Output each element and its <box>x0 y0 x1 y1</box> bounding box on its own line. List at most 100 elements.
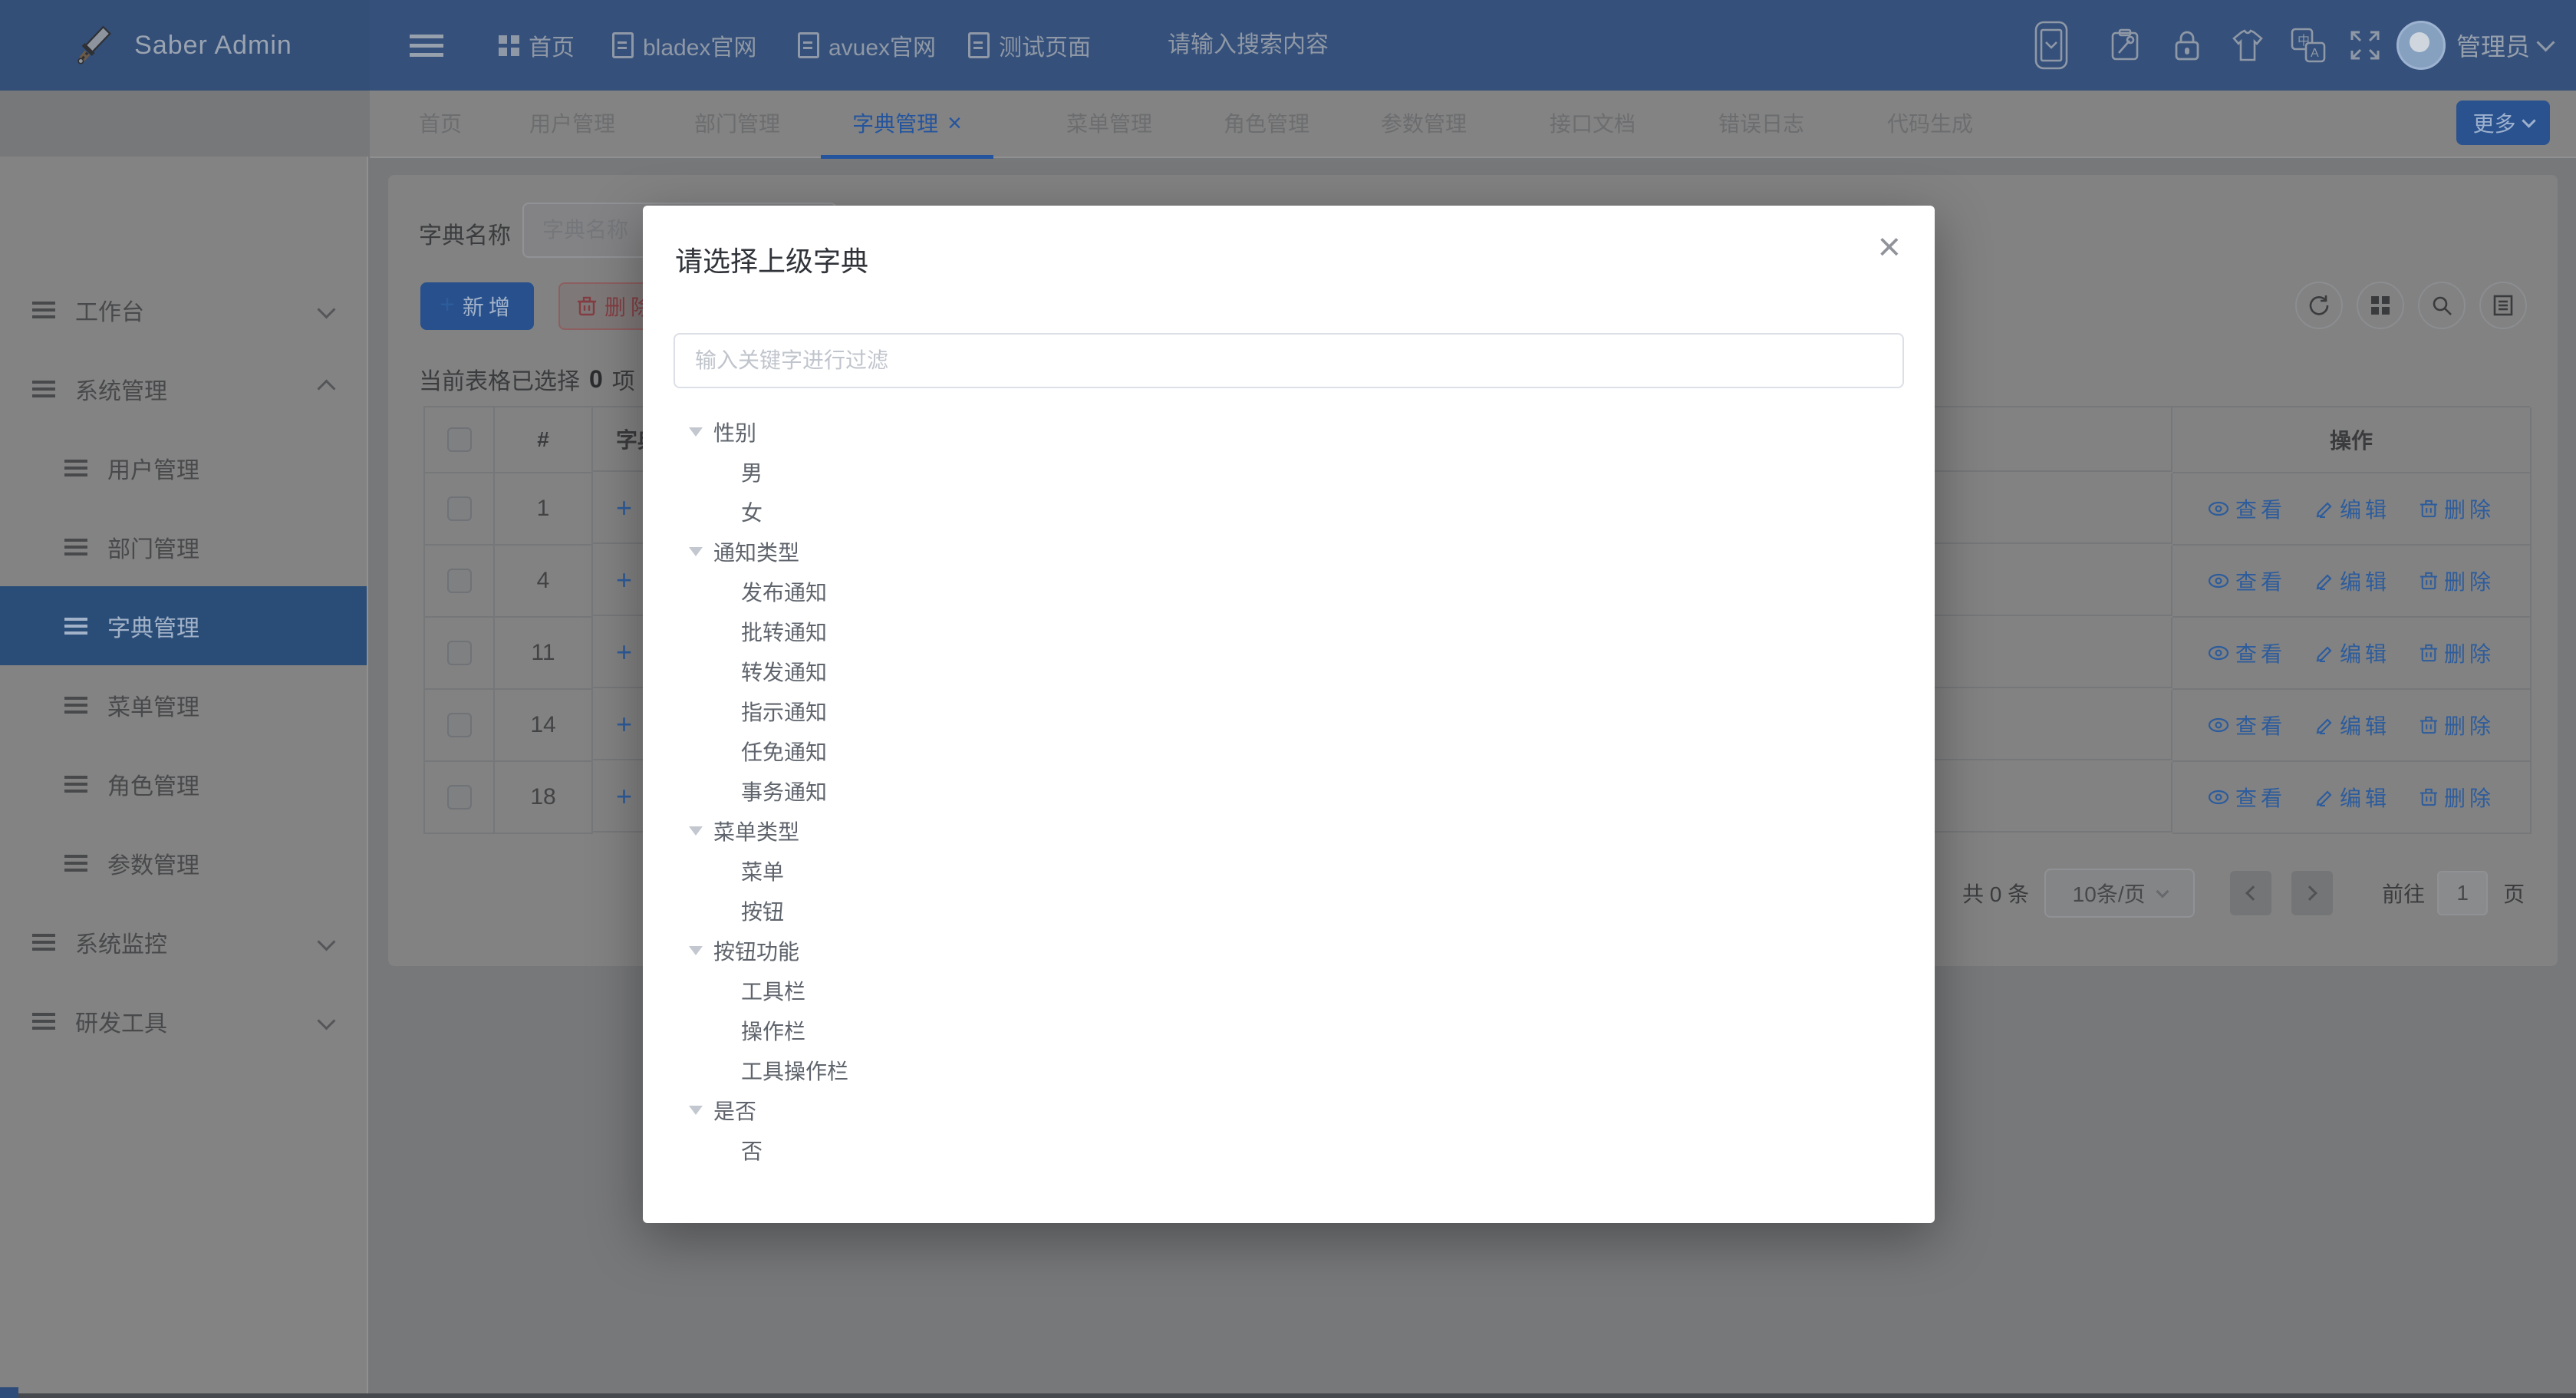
caret-down-icon[interactable] <box>689 427 703 437</box>
caret-down-icon[interactable] <box>689 1106 703 1115</box>
theme-shirt-icon[interactable] <box>2231 29 2265 61</box>
modal-close-icon[interactable]: × <box>1878 227 1901 267</box>
add-button[interactable]: + 新增 <box>420 282 534 330</box>
tree-node[interactable]: 工具操作栏 <box>674 1050 1904 1090</box>
log-list-icon[interactable] <box>2479 282 2527 329</box>
tree-node[interactable]: 事务通知 <box>674 771 1904 811</box>
tab-dept-mgmt[interactable]: 部门管理 <box>694 91 780 155</box>
view-link[interactable]: 查看 <box>2208 565 2286 596</box>
tree-node[interactable]: 女 <box>674 492 1904 532</box>
view-link[interactable]: 查看 <box>2208 493 2286 524</box>
edit-link[interactable]: 编辑 <box>2315 782 2390 813</box>
row-checkbox[interactable] <box>447 713 472 737</box>
tree-node[interactable]: 发布通知 <box>674 572 1904 612</box>
panel-toggle-icon[interactable] <box>2034 21 2068 70</box>
delete-link[interactable]: 删除 <box>2420 710 2495 740</box>
expand-plus-icon[interactable]: + <box>616 783 632 810</box>
sidebar-item-menu-mgmt[interactable]: 菜单管理 <box>0 665 367 744</box>
header-search[interactable] <box>1166 0 1399 91</box>
edit-link[interactable]: 编辑 <box>2315 493 2390 524</box>
row-checkbox[interactable] <box>447 496 472 521</box>
tree-filter-input[interactable] <box>674 333 1904 388</box>
tree-node-parent[interactable]: 是否 <box>674 1090 1904 1130</box>
tab-error-log[interactable]: 错误日志 <box>1718 91 1804 155</box>
tree-node[interactable]: 男 <box>674 452 1904 492</box>
view-link[interactable]: 查看 <box>2208 782 2286 813</box>
delete-link[interactable]: 删除 <box>2420 565 2495 596</box>
tree-node-parent[interactable]: 通知类型 <box>674 532 1904 572</box>
sidebar-item-user-mgmt[interactable]: 用户管理 <box>0 428 367 507</box>
user-menu[interactable]: 管理员 <box>2456 0 2552 91</box>
sidebar-collapse-button[interactable] <box>410 0 443 91</box>
refresh-icon[interactable] <box>2295 282 2343 329</box>
sidebar-item-role-mgmt[interactable]: 角色管理 <box>0 744 367 823</box>
delete-link[interactable]: 删除 <box>2420 638 2495 668</box>
user-avatar[interactable] <box>2396 21 2446 70</box>
tree-node-parent[interactable]: 按钮功能 <box>674 931 1904 971</box>
translate-icon[interactable]: 中 A <box>2291 28 2326 63</box>
edit-link[interactable]: 编辑 <box>2315 565 2390 596</box>
lock-icon[interactable] <box>2172 28 2202 62</box>
app-logo[interactable]: Saber Admin <box>0 0 370 91</box>
row-checkbox[interactable] <box>447 569 472 593</box>
caret-down-icon[interactable] <box>689 826 703 836</box>
tab-home[interactable]: 首页 <box>419 91 462 155</box>
tab-user-mgmt[interactable]: 用户管理 <box>529 91 615 155</box>
page-number-input[interactable] <box>2437 871 2488 915</box>
edit-link[interactable]: 编辑 <box>2315 638 2390 668</box>
expand-plus-icon[interactable]: + <box>616 638 632 666</box>
tree-node-parent[interactable]: 菜单类型 <box>674 811 1904 851</box>
sidebar-item-dict-mgmt[interactable]: 字典管理 <box>0 586 367 665</box>
view-link[interactable]: 查看 <box>2208 710 2286 740</box>
column-grid-icon[interactable] <box>2357 282 2404 329</box>
tree-node[interactable]: 指示通知 <box>674 691 1904 731</box>
select-all-checkbox[interactable] <box>447 427 472 452</box>
expand-plus-icon[interactable]: + <box>616 566 632 594</box>
tab-menu-mgmt[interactable]: 菜单管理 <box>1066 91 1152 155</box>
tab-api-docs[interactable]: 接口文档 <box>1550 91 1636 155</box>
sidebar-item-dept-mgmt[interactable]: 部门管理 <box>0 507 367 586</box>
tree-node[interactable]: 菜单 <box>674 851 1904 891</box>
sidebar-item-system-monitor[interactable]: 系统监控 <box>0 902 367 981</box>
tree-node-parent[interactable]: 性别 <box>674 412 1904 452</box>
tab-close-icon[interactable]: × <box>947 110 962 135</box>
caret-down-icon[interactable] <box>689 547 703 556</box>
tab-code-gen[interactable]: 代码生成 <box>1887 91 1973 155</box>
tree-node[interactable]: 否 <box>674 1130 1904 1170</box>
delete-link[interactable]: 删除 <box>2420 493 2495 524</box>
sidebar-item-workbench[interactable]: 工作台 <box>0 270 367 349</box>
next-page-button[interactable] <box>2291 871 2333 915</box>
expand-plus-icon[interactable]: + <box>616 711 632 738</box>
row-checkbox[interactable] <box>447 785 472 809</box>
more-tabs-button[interactable]: 更多 <box>2456 101 2550 145</box>
sidebar-item-label: 参数管理 <box>107 846 199 880</box>
search-icon[interactable] <box>2418 282 2466 329</box>
delete-link[interactable]: 删除 <box>2420 782 2495 813</box>
sidebar-item-dev-tools[interactable]: 研发工具 <box>0 981 367 1060</box>
expand-plus-icon[interactable]: + <box>616 494 632 522</box>
tab-role-mgmt[interactable]: 角色管理 <box>1224 91 1309 155</box>
edit-link[interactable]: 编辑 <box>2315 710 2390 740</box>
caret-down-icon[interactable] <box>689 946 703 955</box>
fullscreen-icon[interactable] <box>2349 29 2381 61</box>
header-nav-bladex[interactable]: bladex官网 <box>612 0 756 91</box>
tree-node[interactable]: 转发通知 <box>674 651 1904 691</box>
tab-dict-mgmt-active[interactable]: 字典管理 × <box>821 91 993 159</box>
tree-node[interactable]: 操作栏 <box>674 1011 1904 1050</box>
tree-node[interactable]: 按钮 <box>674 891 1904 931</box>
prev-page-button[interactable] <box>2230 871 2271 915</box>
page-size-select[interactable]: 10条/页 <box>2044 869 2195 918</box>
tree-node[interactable]: 任免通知 <box>674 731 1904 771</box>
header-nav-avuex[interactable]: avuex官网 <box>798 0 936 91</box>
tree-node[interactable]: 工具栏 <box>674 971 1904 1011</box>
sidebar-item-param-mgmt[interactable]: 参数管理 <box>0 823 367 902</box>
row-checkbox[interactable] <box>447 641 472 665</box>
header-nav-home[interactable]: 首页 <box>499 0 575 91</box>
view-link[interactable]: 查看 <box>2208 638 2286 668</box>
sidebar-item-system-mgmt[interactable]: 系统管理 <box>0 349 367 428</box>
tab-param-mgmt[interactable]: 参数管理 <box>1381 91 1467 155</box>
tree-node[interactable]: 批转通知 <box>674 612 1904 651</box>
header-search-input[interactable] <box>1166 31 1399 59</box>
debug-tool-icon[interactable] <box>2110 28 2140 62</box>
header-nav-test[interactable]: 测试页面 <box>968 0 1091 91</box>
